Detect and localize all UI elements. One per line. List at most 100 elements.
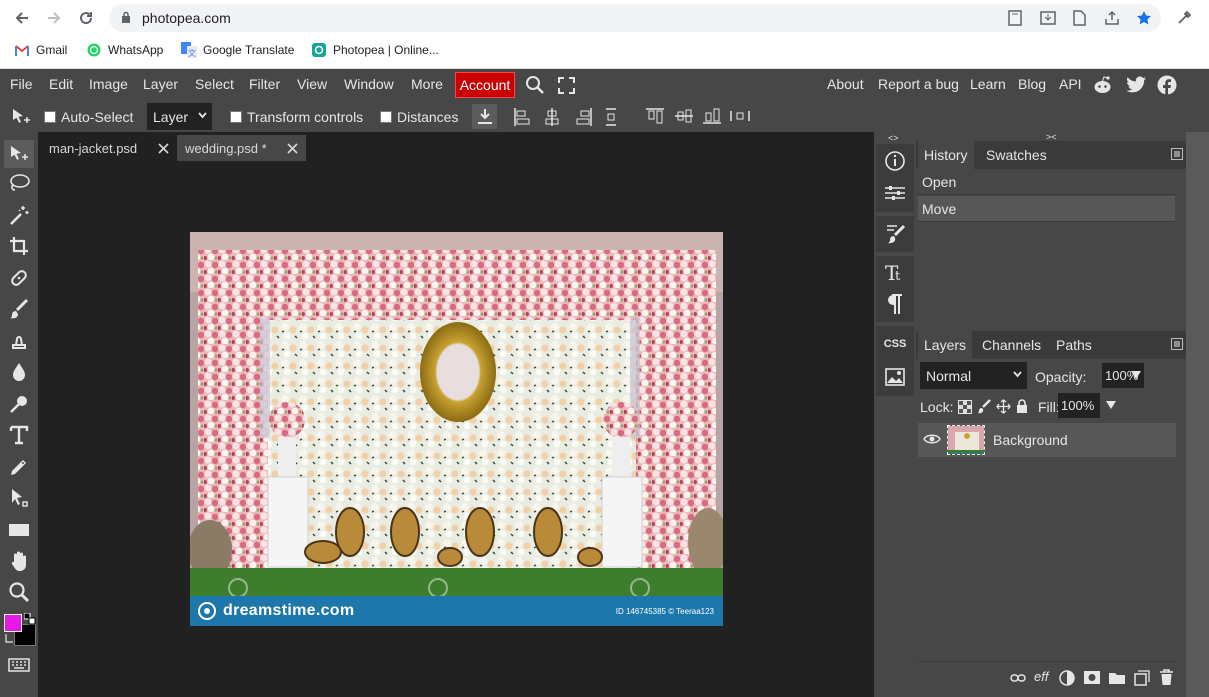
blend-mode-dropdown[interactable]: Normal xyxy=(920,362,1027,389)
character-icon[interactable]: Tt xyxy=(882,259,908,285)
menu-edit[interactable]: Edit xyxy=(49,76,73,92)
eyedropper-extension-icon[interactable] xyxy=(1172,6,1196,30)
align-top-icon[interactable] xyxy=(645,107,665,125)
menu-more[interactable]: More xyxy=(411,76,443,92)
search-icon[interactable] xyxy=(525,75,545,95)
layer-mask-icon[interactable] xyxy=(1084,671,1100,684)
install-icon[interactable] xyxy=(1040,10,1056,26)
keyboard-icon[interactable] xyxy=(7,653,31,677)
forward-icon[interactable] xyxy=(42,6,66,30)
link-report-bug[interactable]: Report a bug xyxy=(878,76,959,92)
distribute-vertical-icon[interactable] xyxy=(729,109,751,123)
clone-stamp-tool-icon[interactable] xyxy=(7,329,31,353)
menu-image[interactable]: Image xyxy=(89,76,128,92)
css-icon[interactable]: CSS xyxy=(882,331,908,357)
bookmark-google-translate[interactable]: 文 Google Translate xyxy=(181,42,294,58)
auto-select-checkbox[interactable] xyxy=(44,111,56,123)
facebook-icon[interactable] xyxy=(1157,75,1177,95)
lock-pixels-icon[interactable] xyxy=(977,399,992,414)
twitter-icon[interactable] xyxy=(1126,76,1147,94)
menu-view[interactable]: View xyxy=(297,76,327,92)
align-bottom-icon[interactable] xyxy=(702,107,722,125)
align-right-icon[interactable] xyxy=(575,107,593,127)
new-layer-icon[interactable] xyxy=(1134,670,1150,686)
foreground-color-swatch[interactable] xyxy=(4,614,22,632)
address-bar[interactable]: photopea.com xyxy=(109,4,1161,32)
tab-paths[interactable]: Paths xyxy=(1050,331,1098,359)
menu-filter[interactable]: Filter xyxy=(249,76,280,92)
link-layers-icon[interactable] xyxy=(1010,671,1026,685)
lock-all-icon[interactable] xyxy=(1016,399,1028,414)
reddit-icon[interactable] xyxy=(1092,75,1113,95)
tab-man-jacket[interactable]: man-jacket.psd xyxy=(42,135,174,161)
menu-window[interactable]: Window xyxy=(344,76,394,92)
share-icon[interactable] xyxy=(1104,10,1120,26)
history-item-open[interactable]: Open xyxy=(918,169,1175,195)
layer-row[interactable]: Background xyxy=(918,423,1176,457)
bookmark-whatsapp[interactable]: WhatsApp xyxy=(86,42,163,58)
panel-menu-icon[interactable] xyxy=(1171,148,1183,160)
align-middle-icon[interactable] xyxy=(674,107,694,125)
brush-tool-icon[interactable] xyxy=(7,297,31,321)
tab-history[interactable]: History xyxy=(918,141,974,169)
distances-checkbox[interactable] xyxy=(380,111,392,123)
info-icon[interactable] xyxy=(882,148,908,174)
paragraph-icon[interactable] xyxy=(882,291,908,317)
distribute-horizontal-icon[interactable] xyxy=(604,107,618,127)
default-colors-icon[interactable] xyxy=(24,613,36,625)
collapse-arrows-icon[interactable]: <> xyxy=(888,133,899,143)
bookmark-gmail[interactable]: Gmail xyxy=(14,42,67,58)
link-api[interactable]: API xyxy=(1059,76,1082,92)
menu-select[interactable]: Select xyxy=(195,76,234,92)
menu-file[interactable]: File xyxy=(10,76,33,92)
fullscreen-icon[interactable] xyxy=(558,77,575,94)
back-icon[interactable] xyxy=(10,6,34,30)
menu-layer[interactable]: Layer xyxy=(143,76,178,92)
close-icon[interactable] xyxy=(158,143,169,154)
canvas-image[interactable]: dreamstime.com ID 146745385 © Teeraa123 xyxy=(190,232,723,626)
eye-icon[interactable] xyxy=(923,433,941,445)
adjustment-layer-icon[interactable] xyxy=(1059,670,1075,686)
reading-list-icon[interactable] xyxy=(1008,10,1024,26)
panel-menu-icon[interactable] xyxy=(1171,338,1183,350)
folder-icon[interactable] xyxy=(1109,671,1125,684)
blur-tool-icon[interactable] xyxy=(7,360,31,384)
close-icon[interactable] xyxy=(287,143,298,154)
lock-position-icon[interactable] xyxy=(996,399,1011,414)
tab-swatches[interactable]: Swatches xyxy=(980,141,1053,169)
link-about[interactable]: About xyxy=(827,76,864,92)
rectangle-tool-icon[interactable] xyxy=(7,518,31,542)
auto-select-target-dropdown[interactable]: Layer xyxy=(147,103,212,130)
link-learn[interactable]: Learn xyxy=(970,76,1006,92)
align-center-icon[interactable] xyxy=(543,107,561,127)
fill-dropdown-icon[interactable] xyxy=(1106,400,1116,410)
dodge-tool-icon[interactable] xyxy=(7,392,31,416)
link-blog[interactable]: Blog xyxy=(1018,76,1046,92)
delete-layer-icon[interactable] xyxy=(1159,669,1174,686)
pen-tool-icon[interactable] xyxy=(7,455,31,479)
opacity-dropdown-icon[interactable] xyxy=(1131,370,1141,380)
healing-brush-tool-icon[interactable] xyxy=(7,266,31,290)
history-item-move[interactable]: Move xyxy=(918,196,1175,222)
brush-settings-icon[interactable] xyxy=(882,220,908,246)
bookmark-photopea[interactable]: Photopea | Online... xyxy=(311,42,439,58)
account-button[interactable]: Account xyxy=(455,72,515,98)
move-tool-icon[interactable] xyxy=(10,107,32,127)
reload-icon[interactable] xyxy=(74,6,98,30)
lasso-tool-icon[interactable] xyxy=(7,171,31,195)
adjustments-icon[interactable] xyxy=(882,180,908,206)
crop-tool-icon[interactable] xyxy=(7,234,31,258)
star-icon[interactable] xyxy=(1136,10,1152,26)
image-icon[interactable] xyxy=(882,364,908,390)
transform-controls-checkbox[interactable] xyxy=(230,111,242,123)
layer-effects-icon[interactable]: eff xyxy=(1034,669,1048,684)
tab-layers[interactable]: Layers xyxy=(918,331,973,359)
page-icon[interactable] xyxy=(1072,10,1088,26)
align-left-icon[interactable] xyxy=(513,107,531,127)
lock-transparency-icon[interactable] xyxy=(958,400,972,414)
tab-channels[interactable]: Channels xyxy=(976,331,1047,359)
magic-wand-tool-icon[interactable] xyxy=(7,203,31,227)
path-select-tool-icon[interactable] xyxy=(7,486,31,510)
move-tool-icon[interactable] xyxy=(4,140,34,168)
swap-colors-icon[interactable] xyxy=(4,633,14,645)
